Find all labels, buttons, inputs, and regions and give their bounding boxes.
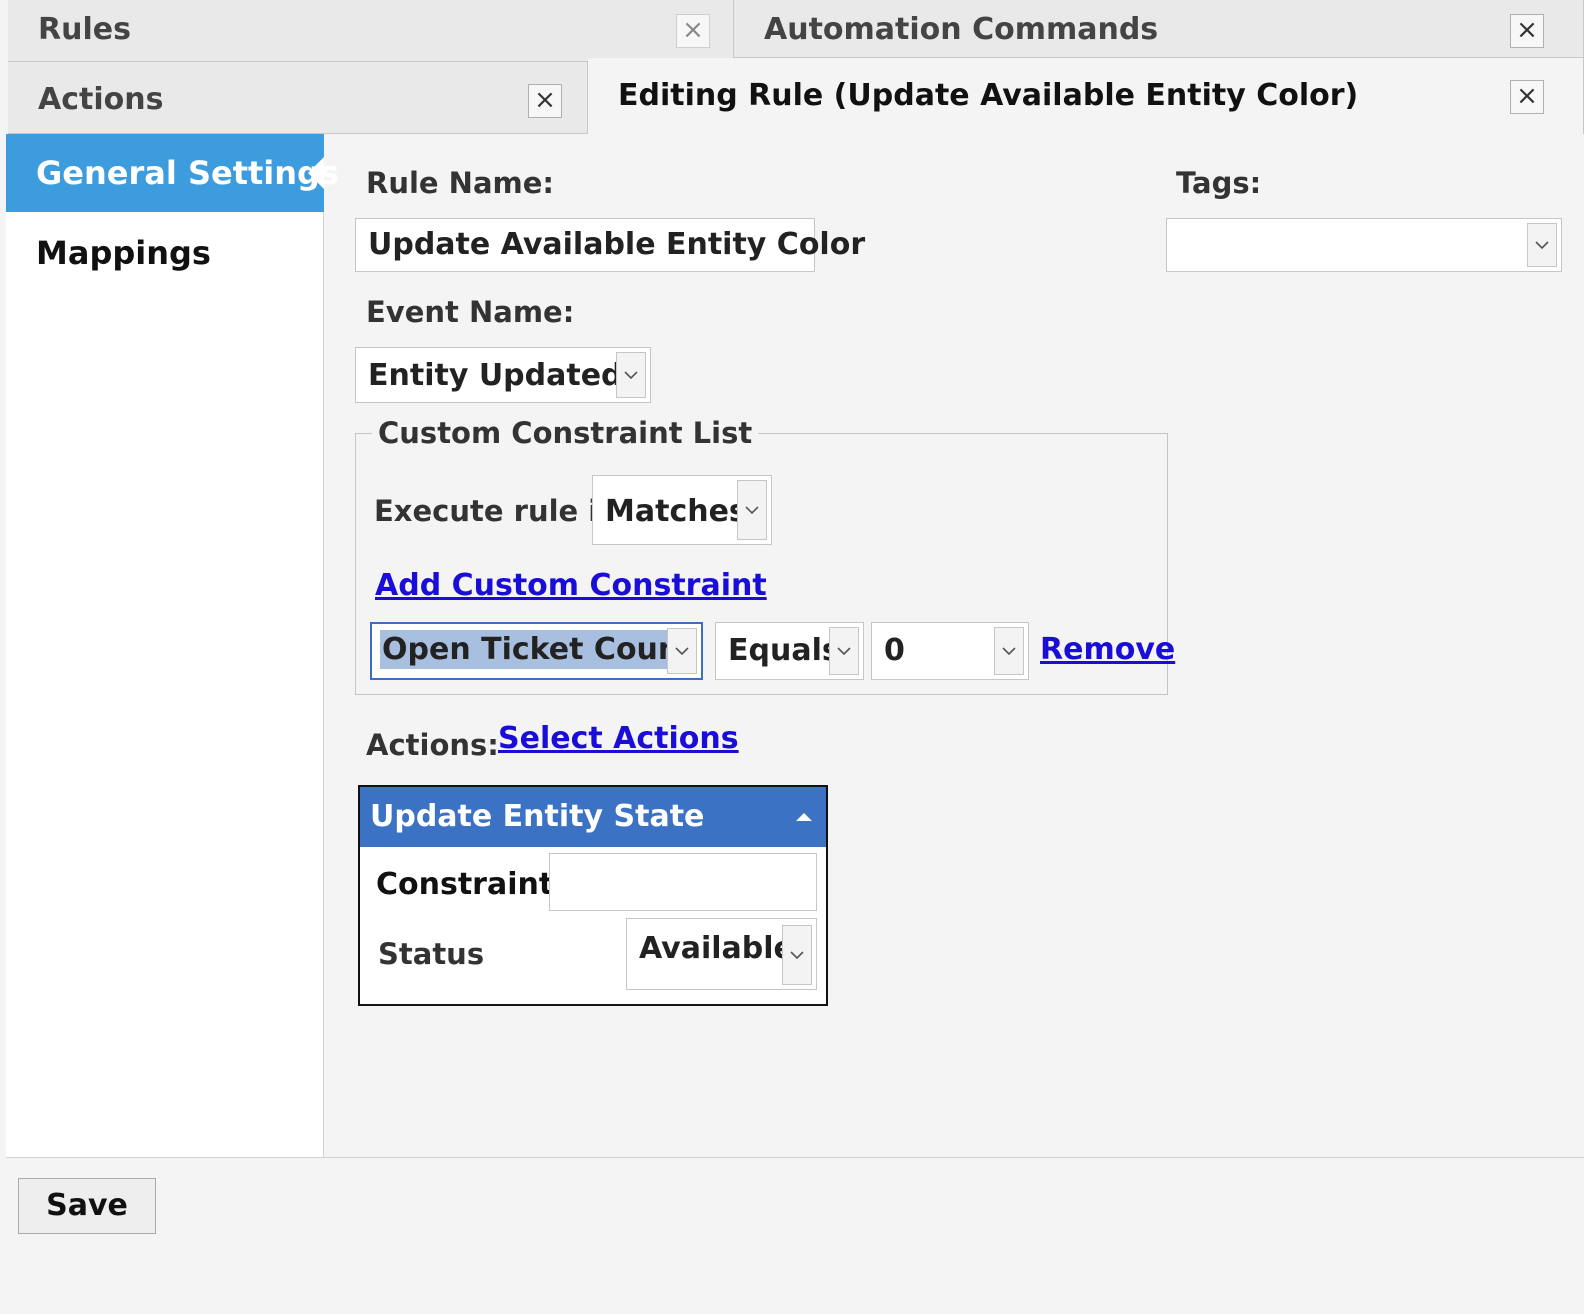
status-dropdown-button[interactable] bbox=[782, 925, 812, 985]
status-label: Status bbox=[378, 937, 485, 971]
execute-rule-select[interactable]: Matches bbox=[592, 475, 772, 545]
custom-constraint-legend: Custom Constraint List bbox=[372, 416, 759, 450]
execute-rule-value: Matches bbox=[605, 494, 747, 529]
chevron-down-icon bbox=[675, 647, 689, 656]
event-name-select[interactable]: Entity Updated bbox=[355, 347, 651, 403]
event-name-value: Entity Updated bbox=[368, 358, 623, 393]
sidebar: General Settings Mappings bbox=[6, 134, 339, 1158]
execute-rule-dropdown-button[interactable] bbox=[737, 480, 767, 540]
rule-name-value: Update Available Entity Color bbox=[368, 227, 866, 262]
sidebar-item-mappings[interactable]: Mappings bbox=[6, 214, 324, 292]
close-icon[interactable]: × bbox=[528, 84, 562, 118]
tab-actions[interactable]: Actions × bbox=[8, 62, 588, 134]
tab-actions-label: Actions bbox=[38, 82, 164, 117]
chevron-down-icon bbox=[745, 506, 759, 515]
tab-rules-label: Rules bbox=[38, 12, 131, 47]
constraint-value-dropdown-button[interactable] bbox=[994, 627, 1024, 675]
rule-name-label: Rule Name: bbox=[366, 166, 555, 200]
close-icon[interactable]: × bbox=[676, 14, 710, 48]
execute-rule-label: Execute rule if bbox=[374, 494, 611, 528]
tab-rules[interactable]: Rules × bbox=[8, 0, 734, 62]
constraint-operator-select[interactable]: Equals bbox=[715, 622, 864, 680]
tab-automation-commands-label: Automation Commands bbox=[764, 12, 1159, 47]
event-name-label: Event Name: bbox=[366, 295, 575, 329]
chevron-down-icon bbox=[1002, 647, 1016, 656]
constraint-operator-value: Equals bbox=[728, 633, 840, 668]
tab-editing-rule-label: Editing Rule (Update Available Entity Co… bbox=[618, 78, 1359, 113]
triangle-up-icon[interactable] bbox=[794, 811, 814, 823]
constraint-input[interactable] bbox=[549, 853, 817, 911]
add-custom-constraint-link[interactable]: Add Custom Constraint bbox=[375, 568, 767, 603]
close-icon[interactable]: × bbox=[1510, 80, 1544, 114]
tags-label: Tags: bbox=[1176, 166, 1262, 200]
constraint-value-select[interactable]: 0 bbox=[871, 622, 1029, 680]
close-icon[interactable]: × bbox=[1510, 14, 1544, 48]
chevron-down-icon bbox=[790, 951, 804, 960]
constraint-label: Constraint: bbox=[376, 867, 566, 902]
actions-label: Actions: bbox=[366, 728, 499, 762]
constraint-value-value: 0 bbox=[884, 633, 905, 668]
constraint-field-select[interactable]: Open Ticket Count bbox=[370, 622, 703, 680]
chevron-down-icon bbox=[837, 647, 851, 656]
chevron-down-icon bbox=[1535, 241, 1549, 250]
tab-editing-rule[interactable]: Editing Rule (Update Available Entity Co… bbox=[588, 58, 1584, 134]
footer-divider bbox=[6, 1157, 1584, 1158]
remove-constraint-link[interactable]: Remove bbox=[1040, 632, 1175, 667]
select-actions-link[interactable]: Select Actions bbox=[498, 721, 739, 756]
status-value: Available bbox=[639, 931, 794, 966]
sidebar-item-general-settings[interactable]: General Settings bbox=[6, 134, 339, 212]
tags-select[interactable] bbox=[1166, 218, 1562, 272]
constraint-operator-dropdown-button[interactable] bbox=[829, 627, 859, 675]
constraint-field-dropdown-button[interactable] bbox=[667, 628, 697, 674]
action-panel-header[interactable]: Update Entity State bbox=[360, 787, 826, 847]
tags-dropdown-button[interactable] bbox=[1527, 223, 1557, 267]
tab-automation-commands[interactable]: Automation Commands × bbox=[734, 0, 1584, 58]
chevron-down-icon bbox=[624, 371, 638, 380]
action-panel-title: Update Entity State bbox=[370, 799, 705, 834]
status-select[interactable]: Available bbox=[626, 918, 817, 990]
event-name-dropdown-button[interactable] bbox=[616, 352, 646, 398]
rule-name-input[interactable]: Update Available Entity Color bbox=[355, 218, 865, 272]
constraint-field-value: Open Ticket Count bbox=[380, 630, 696, 669]
save-button[interactable]: Save bbox=[18, 1178, 156, 1234]
action-panel-update-entity-state: Update Entity State Constraint: Status A… bbox=[358, 785, 828, 1006]
